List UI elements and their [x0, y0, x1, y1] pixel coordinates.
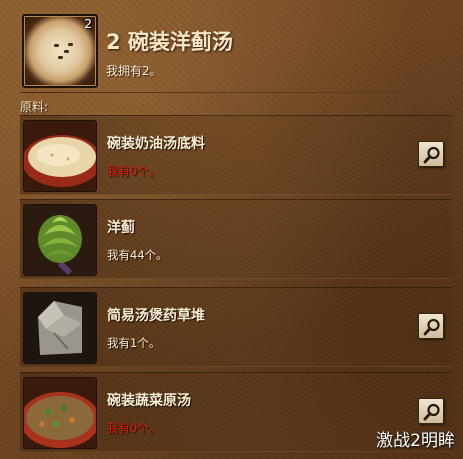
ingredient-have-count: 我有1个。	[107, 336, 161, 350]
ingredient-row-artichoke[interactable]: 洋蓟 我有44个。	[20, 199, 452, 279]
recipe-title: 2 碗装洋蓟汤	[106, 30, 233, 54]
magnifier-icon	[423, 146, 440, 164]
owned-count-text: 我拥有2。	[106, 64, 162, 78]
artichoke-icon	[24, 205, 96, 275]
watermark-text: 激战2明眸	[376, 431, 455, 451]
ingredient-name: 简易汤煲药草堆	[107, 308, 205, 324]
vegetable-broth-bowl-icon	[24, 378, 96, 448]
item-count-badge: 2	[84, 17, 92, 31]
search-button[interactable]	[418, 313, 444, 339]
ingredient-have-count: 我有0个。	[107, 421, 161, 435]
ingredient-have-count: 我有0个。	[107, 164, 161, 178]
cream-soup-bowl-icon	[24, 121, 96, 191]
soup-bowl-icon: 2	[22, 14, 98, 88]
herb-sack-icon	[24, 293, 96, 363]
ingredient-row-cream-soup-base[interactable]: 碗装奶油汤底料 我有0个。	[20, 115, 452, 195]
ingredients-label: 原料:	[20, 100, 49, 114]
recipe-header: 2 2 碗装洋蓟汤 我拥有2。	[22, 14, 442, 90]
search-button[interactable]	[418, 398, 444, 424]
ingredient-name: 碗装蔬菜原汤	[107, 393, 191, 409]
search-button[interactable]	[418, 141, 444, 167]
magnifier-icon	[423, 403, 440, 421]
ingredient-have-count: 我有44个。	[107, 248, 168, 262]
ingredient-row-herb-sack[interactable]: 简易汤煲药草堆 我有1个。	[20, 287, 452, 367]
header-divider	[20, 92, 440, 93]
ingredient-name: 洋蓟	[107, 220, 135, 236]
ingredient-name: 碗装奶油汤底料	[107, 136, 205, 152]
magnifier-icon	[423, 318, 440, 336]
